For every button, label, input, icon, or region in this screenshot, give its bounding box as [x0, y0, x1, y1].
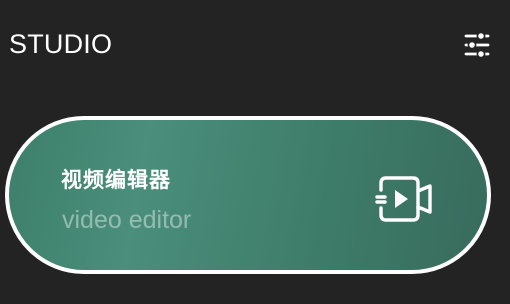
video-camera-icon — [375, 176, 432, 222]
app-title: STUDIO — [9, 29, 113, 59]
settings-button[interactable] — [458, 28, 496, 62]
card-subtitle: video editor — [62, 206, 192, 234]
card-title: 视频编辑器 — [61, 168, 171, 192]
video-editor-card[interactable]: 视频编辑器 video editor — [5, 116, 491, 274]
sliders-icon — [464, 32, 490, 58]
app-bar: STUDIO — [0, 0, 510, 90]
